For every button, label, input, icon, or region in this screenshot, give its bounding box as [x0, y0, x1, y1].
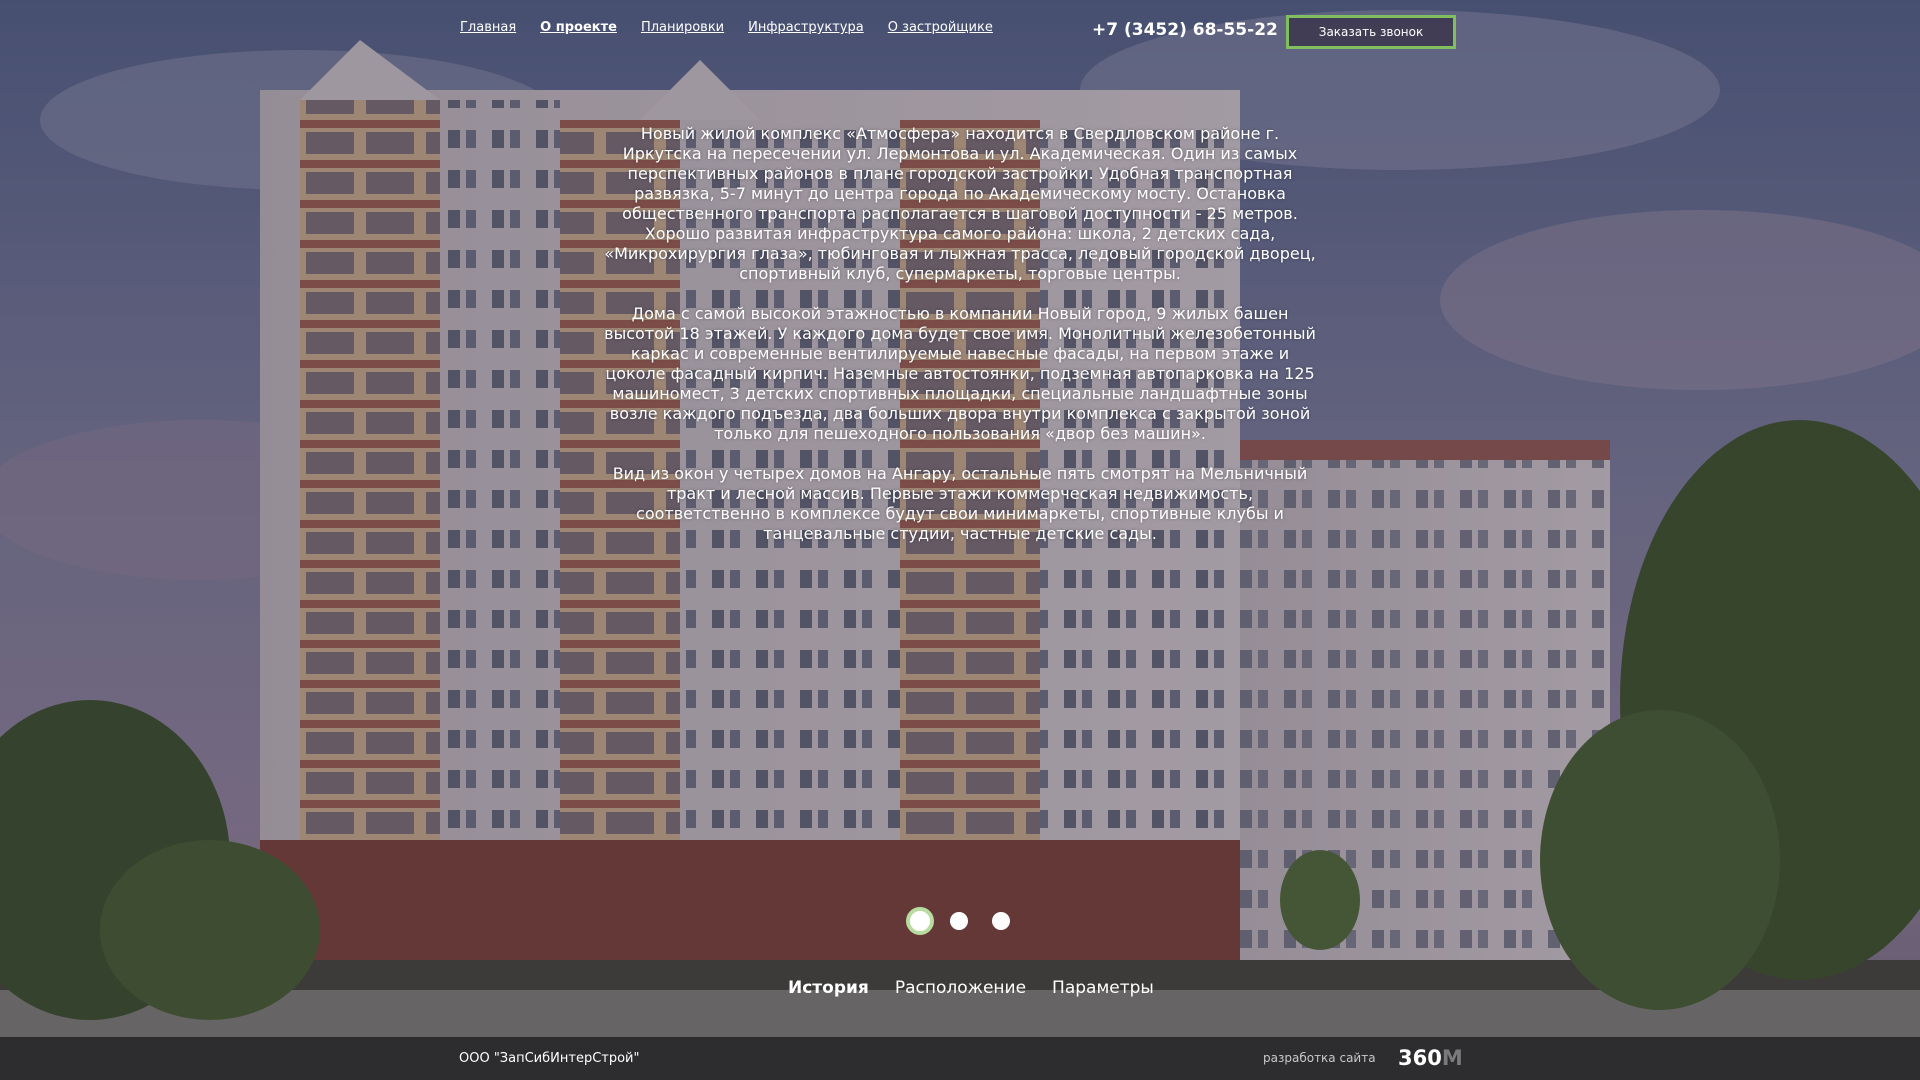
- main-nav: Главная О проекте Планировки Инфраструкт…: [460, 20, 1017, 35]
- page: Главная О проекте Планировки Инфраструкт…: [0, 0, 1920, 1080]
- nav-item-about[interactable]: О проекте: [540, 20, 617, 35]
- slider-dot-3[interactable]: [992, 912, 1010, 930]
- developer-logo-suffix: M: [1441, 1046, 1463, 1070]
- slider-dot-2[interactable]: [950, 912, 968, 930]
- phone-number[interactable]: +7 (3452) 68-55-22: [1092, 20, 1278, 40]
- developer-credit-label: разработка сайта: [1263, 1051, 1376, 1065]
- nav-item-infrastructure[interactable]: Инфраструктура: [748, 20, 864, 35]
- callback-button[interactable]: Заказать звонок: [1286, 15, 1456, 49]
- slider-dots: [906, 907, 1016, 935]
- about-paragraph-1: Новый жилой комплекс «Атмосфера» находит…: [604, 124, 1316, 283]
- about-paragraph-2: Дома с самой высокой этажностью в компан…: [604, 304, 1316, 443]
- tab-parameters[interactable]: Параметры: [1052, 978, 1154, 998]
- content-tabs: История Расположение Параметры: [788, 978, 1180, 998]
- footer: ООО "ЗапСибИнтерСтрой" разработка сайта …: [0, 1037, 1920, 1080]
- about-paragraph-3: Вид из окон у четырех домов на Ангару, о…: [612, 464, 1308, 543]
- tab-history[interactable]: История: [788, 978, 869, 998]
- nav-item-home[interactable]: Главная: [460, 20, 516, 35]
- slider-dot-1[interactable]: [906, 907, 934, 935]
- developer-logo[interactable]: 360M: [1398, 1046, 1463, 1070]
- tab-location[interactable]: Расположение: [895, 978, 1026, 998]
- nav-item-developer[interactable]: О застройщике: [888, 20, 993, 35]
- nav-item-layouts[interactable]: Планировки: [641, 20, 724, 35]
- about-text: Новый жилой комплекс «Атмосфера» находит…: [600, 124, 1320, 564]
- company-name: ООО "ЗапСибИнтерСтрой": [459, 1051, 640, 1066]
- developer-logo-main: 360: [1398, 1046, 1442, 1070]
